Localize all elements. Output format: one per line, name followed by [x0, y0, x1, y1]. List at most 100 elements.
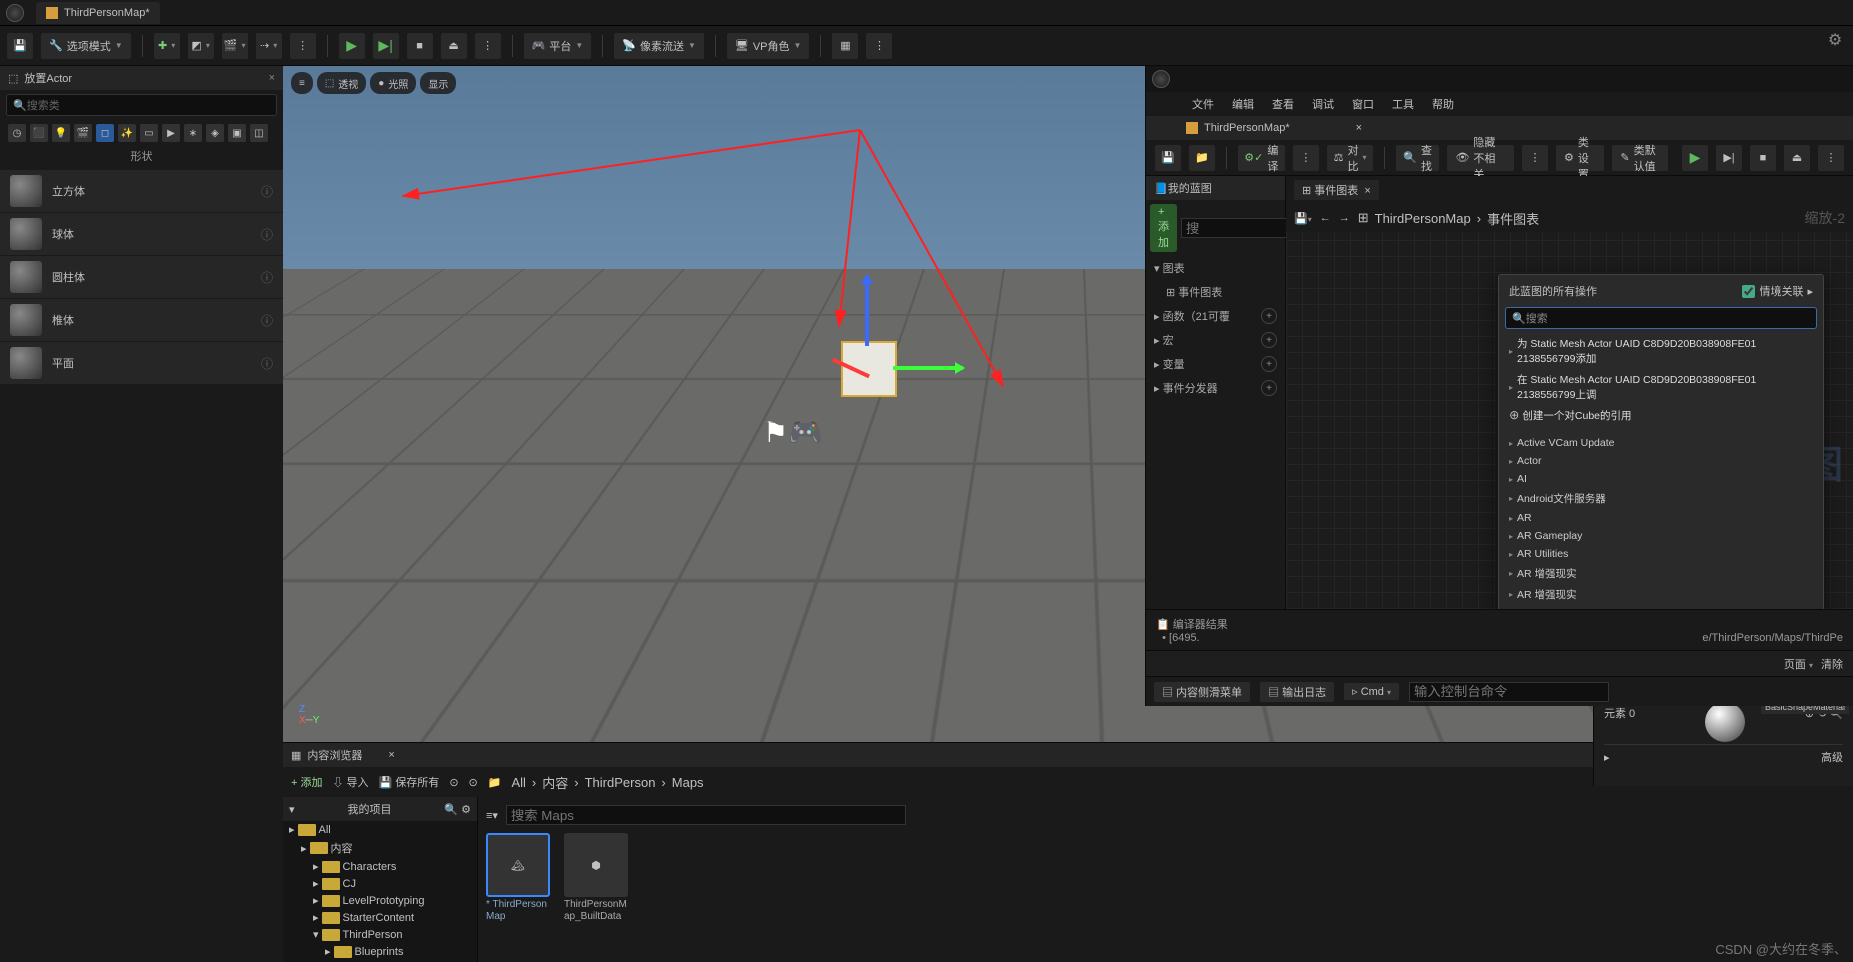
tree-item[interactable]: ▸ CJ [283, 875, 477, 892]
cm-category-item[interactable]: ▸ AR Utilities [1503, 545, 1819, 563]
add-icon[interactable]: + [1261, 308, 1277, 324]
cat-other2-icon[interactable]: ◫ [250, 124, 268, 142]
bp-step-button[interactable]: ▶| [1715, 144, 1743, 172]
more2-icon[interactable]: ⋮ [865, 32, 893, 60]
bp-category[interactable]: ▾ 图表 [1146, 256, 1285, 280]
nav-fwd-icon[interactable]: → [1339, 212, 1350, 224]
bp-category[interactable]: ▸ 事件分发器+ [1146, 376, 1285, 400]
tree-item[interactable]: ▸ LevelPrototyping [283, 892, 477, 909]
bp-stop-button[interactable]: ■ [1749, 144, 1777, 172]
cm-category-item[interactable]: ▸ AR [1503, 509, 1819, 527]
cb-folder-icon[interactable]: 📁 [488, 776, 502, 789]
menu-edit[interactable]: 编辑 [1232, 96, 1254, 112]
cat-visual-icon[interactable]: ✨ [118, 124, 136, 142]
nav-save-icon[interactable]: 💾▾ [1294, 212, 1312, 225]
cm-category-item[interactable]: ▸ Chaos [1503, 605, 1819, 609]
menu-window[interactable]: 窗口 [1352, 96, 1374, 112]
asset-item[interactable]: ⬢ThirdPersonMap_BuiltData [564, 833, 632, 925]
platform-dropdown[interactable]: 🎮 平台 ▼ [523, 32, 593, 60]
add-icon[interactable]: + [1261, 380, 1277, 396]
player-start-icon[interactable]: ⚑🎮 [763, 416, 823, 449]
close-icon[interactable]: × [1356, 122, 1362, 134]
cat-lights-icon[interactable]: 💡 [52, 124, 70, 142]
play-next-button[interactable]: ▶| [372, 32, 400, 60]
shape-item[interactable]: 球体ⓘ [0, 213, 283, 255]
info-icon[interactable]: ⓘ [261, 355, 273, 372]
bp-compile-button[interactable]: ⚙✓ 编译 [1237, 144, 1286, 172]
more-icon[interactable]: ⋮ [289, 32, 317, 60]
cm-action-item[interactable]: ▸ 为 Static Mesh Actor UAID C8D9D20B03890… [1503, 333, 1819, 369]
cat-other-icon[interactable]: ▣ [228, 124, 246, 142]
bp-save-button[interactable]: 💾 [1154, 144, 1182, 172]
add-icon[interactable]: + [1261, 332, 1277, 348]
bp-category[interactable]: ▸ 宏+ [1146, 328, 1285, 352]
cm-action-item[interactable]: ▸ 在 Static Mesh Actor UAID C8D9D20B03890… [1503, 369, 1819, 405]
eject-button[interactable]: ⏏ [440, 32, 468, 60]
vp-role-dropdown[interactable]: 🖥 VP角色 ▼ [726, 32, 811, 60]
cb-breadcrumb[interactable]: All › 内容 › ThirdPerson › Maps [511, 773, 703, 792]
bp-add-button[interactable]: + 添加 [1150, 204, 1177, 252]
bp-settings-button[interactable]: ⚙ 类设置 [1555, 144, 1605, 172]
cm-action-item[interactable]: ⊕ 创建一个对Cube的引用 [1503, 405, 1819, 426]
shape-item[interactable]: 圆柱体ⓘ [0, 256, 283, 298]
cb-search-input[interactable] [506, 805, 906, 825]
breadcrumb[interactable]: ⊞ ThirdPersonMap › 事件图表 [1358, 209, 1539, 228]
cat-shapes-icon[interactable]: ◻ [96, 124, 114, 142]
bp-category[interactable]: ⊞ 事件图表 [1146, 280, 1285, 304]
vp-lighting-button[interactable]: ● 光照 [370, 72, 416, 94]
nav-back-icon[interactable]: ← [1320, 212, 1331, 224]
tree-item[interactable]: ▸ Characters [283, 858, 477, 875]
bp-category[interactable]: ▸ 函数（21可覆+ [1146, 304, 1285, 328]
close-icon[interactable]: × [269, 72, 275, 84]
cm-context-checkbox[interactable]: 情境关联 ▸ [1742, 283, 1813, 299]
cat-all-icon[interactable]: ∗ [184, 124, 202, 142]
more-icon[interactable]: ⋮ [1817, 144, 1845, 172]
cat-media-icon[interactable]: ▶ [162, 124, 180, 142]
cm-category-item[interactable]: ▸ Actor [1503, 452, 1819, 470]
bp-page-button[interactable]: 页面 ▾ [1784, 656, 1813, 672]
gizmo-x-axis[interactable] [893, 366, 963, 370]
viewport[interactable]: ≡ ⬚ 透视 ● 光照 显示 ▸ ✥ ⟲ ⤢ 🌐 ◍ ⊞ 10 ∠ 10° ◢ … [283, 66, 1853, 742]
settings-gear-icon[interactable]: ⚙ [1823, 28, 1847, 52]
cb-saveall-button[interactable]: 💾 保存所有 [379, 774, 440, 790]
tree-item[interactable]: ▸ 内容 [283, 838, 477, 858]
menu-view[interactable]: 查看 [1272, 96, 1294, 112]
cb-filter-icon[interactable]: ≡▾ [486, 809, 498, 822]
marketplace-button[interactable]: ◩▾ [187, 32, 215, 60]
info-icon[interactable]: ⓘ [261, 226, 273, 243]
cb-add-button[interactable]: + 添加 [291, 774, 322, 790]
bp-cmd-dropdown[interactable]: ▹ Cmd ▾ [1344, 683, 1399, 700]
shape-item[interactable]: 立方体ⓘ [0, 170, 283, 212]
cat-cine-icon[interactable]: 🎬 [74, 124, 92, 142]
more-icon[interactable]: ⋮ [1521, 144, 1549, 172]
layout-button[interactable]: ▦ [831, 32, 859, 60]
cb-nav-back-icon[interactable]: ⊙ [449, 776, 458, 789]
sequence-button[interactable]: ⇢▾ [255, 32, 283, 60]
shape-item[interactable]: 椎体ⓘ [0, 299, 283, 341]
vp-menu-icon[interactable]: ≡ [291, 72, 313, 94]
pixel-stream-dropdown[interactable]: 📡 像素流送 ▼ [613, 32, 705, 60]
bp-mybp-tab[interactable]: 📘 我的蓝图 [1146, 176, 1285, 200]
close-icon[interactable]: × [388, 749, 394, 761]
tree-item[interactable]: ▸ Blueprints [283, 943, 477, 960]
tree-item[interactable]: ▸ StarterContent [283, 909, 477, 926]
bp-hide-button[interactable]: 👁 隐藏不相关 [1446, 144, 1515, 172]
mode-dropdown[interactable]: 🔧 选项模式 ▼ [40, 32, 132, 60]
menu-file[interactable]: 文件 [1192, 96, 1214, 112]
bp-play-button[interactable]: ▶ [1681, 144, 1709, 172]
stop-button[interactable]: ■ [406, 32, 434, 60]
add-content-button[interactable]: ✚▾ [153, 32, 181, 60]
shape-item[interactable]: 平面ⓘ [0, 342, 283, 384]
cb-nav-fwd-icon[interactable]: ⊙ [469, 776, 478, 789]
gizmo-z-axis[interactable] [865, 276, 869, 346]
play-options-icon[interactable]: ⋮ [474, 32, 502, 60]
menu-debug[interactable]: 调试 [1312, 96, 1334, 112]
cat-recent-icon[interactable]: ◷ [8, 124, 26, 142]
search-classes-input[interactable]: 🔍 搜索类 [6, 94, 277, 116]
bp-browse-button[interactable]: 📁 [1188, 144, 1216, 172]
menu-tools[interactable]: 工具 [1392, 96, 1414, 112]
info-icon[interactable]: ⓘ [261, 183, 273, 200]
menu-help[interactable]: 帮助 [1432, 96, 1454, 112]
bp-drawer-button[interactable]: ▤ 内容侧滑菜单 [1154, 682, 1250, 702]
bp-event-graph[interactable]: ⊞ 事件图表 × 💾▾ ← → ⊞ ThirdPersonMap › 事件图表 … [1286, 176, 1853, 609]
